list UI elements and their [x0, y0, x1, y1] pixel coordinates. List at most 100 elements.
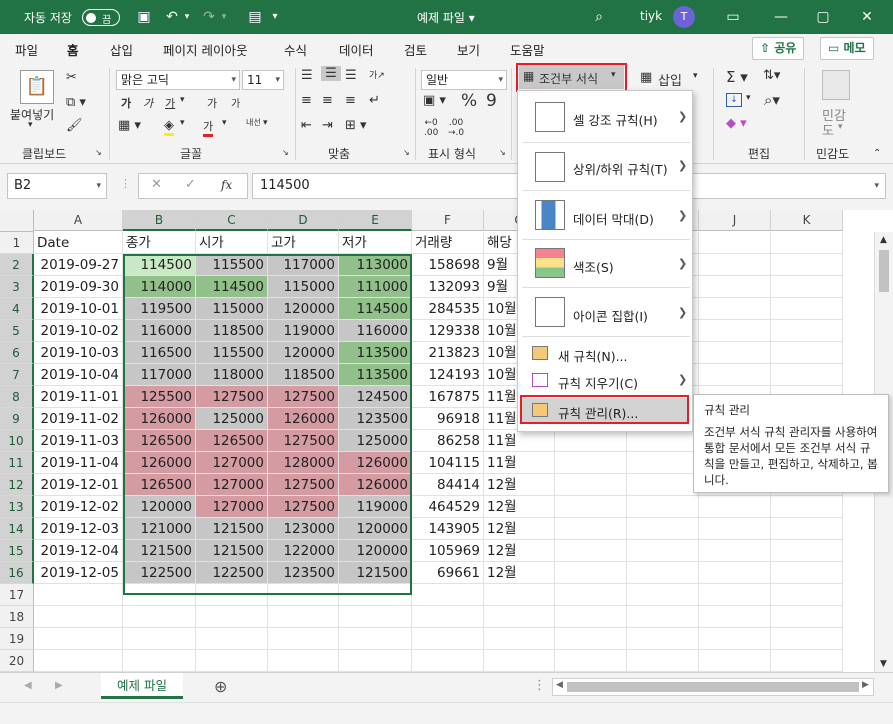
- row-header-10[interactable]: 10: [0, 430, 34, 452]
- save-icon[interactable]: ▣: [135, 8, 153, 26]
- cell-a18[interactable]: [34, 606, 123, 628]
- maximize-icon[interactable]: ▢: [814, 8, 832, 26]
- cell-f7[interactable]: 124193: [412, 364, 484, 386]
- cell-a13[interactable]: 2019-12-02: [34, 496, 123, 518]
- add-sheet-icon[interactable]: ⊕: [214, 677, 227, 696]
- insert-cells-icon[interactable]: ▦: [640, 70, 652, 85]
- cell-i15[interactable]: [627, 540, 699, 562]
- ribbon-display-icon[interactable]: ▭: [724, 8, 742, 26]
- cell-b10[interactable]: 126500: [123, 430, 196, 452]
- horizontal-scrollbar[interactable]: ◀ ▶: [552, 678, 874, 696]
- row-header-19[interactable]: 19: [0, 628, 34, 650]
- cell-b9[interactable]: 126000: [123, 408, 196, 430]
- cell-a3[interactable]: 2019-09-30: [34, 276, 123, 298]
- font-color-icon[interactable]: 가: [203, 118, 214, 137]
- minimize-icon[interactable]: —: [772, 8, 790, 26]
- cell-d15[interactable]: 122000: [268, 540, 339, 562]
- cell-g19[interactable]: [484, 628, 555, 650]
- cell-e9[interactable]: 123500: [339, 408, 412, 430]
- find-select-icon[interactable]: ⌕▾: [764, 91, 780, 109]
- row-header-4[interactable]: 4: [0, 298, 34, 320]
- cell-d11[interactable]: 128000: [268, 452, 339, 474]
- cell-k17[interactable]: [771, 584, 843, 606]
- cell-g10[interactable]: 11월: [484, 430, 555, 452]
- comma-style-icon[interactable]: 9: [486, 91, 497, 111]
- cell-a9[interactable]: 2019-11-02: [34, 408, 123, 430]
- cell-c10[interactable]: 126500: [196, 430, 268, 452]
- cell-k3[interactable]: [771, 276, 843, 298]
- cell-a19[interactable]: [34, 628, 123, 650]
- cell-h20[interactable]: [555, 650, 627, 672]
- cell-i12[interactable]: [627, 474, 699, 496]
- cell-b15[interactable]: 121500: [123, 540, 196, 562]
- cell-j4[interactable]: [699, 298, 771, 320]
- scroll-right-icon[interactable]: ▶: [862, 680, 869, 690]
- fill-color-dropdown-icon[interactable]: ▾: [180, 118, 185, 128]
- sheet-tab[interactable]: 예제 파일: [101, 673, 183, 699]
- column-header-f[interactable]: F: [412, 210, 484, 231]
- cell-e6[interactable]: 113500: [339, 342, 412, 364]
- cell-e17[interactable]: [339, 584, 412, 606]
- row-header-3[interactable]: 3: [0, 276, 34, 298]
- tab-formulas[interactable]: 수식: [284, 40, 307, 59]
- cell-k19[interactable]: [771, 628, 843, 650]
- cell-j2[interactable]: [699, 254, 771, 276]
- shrink-font-button[interactable]: 가: [231, 95, 240, 110]
- cell-b2[interactable]: 114500: [123, 254, 196, 276]
- cell-c12[interactable]: 127000: [196, 474, 268, 496]
- scroll-left-icon[interactable]: ◀: [556, 680, 563, 690]
- cell-e8[interactable]: 124500: [339, 386, 412, 408]
- cell-f11[interactable]: 104115: [412, 452, 484, 474]
- close-icon[interactable]: ✕: [858, 8, 876, 26]
- column-header-j[interactable]: J: [699, 210, 771, 231]
- cell-e16[interactable]: 121500: [339, 562, 412, 584]
- cell-f20[interactable]: [412, 650, 484, 672]
- cell-d4[interactable]: 120000: [268, 298, 339, 320]
- cell-k13[interactable]: [771, 496, 843, 518]
- cell-d6[interactable]: 120000: [268, 342, 339, 364]
- share-button[interactable]: ⇧ 공유: [752, 37, 805, 60]
- row-header-13[interactable]: 13: [0, 496, 34, 518]
- cell-e13[interactable]: 119000: [339, 496, 412, 518]
- row-header-18[interactable]: 18: [0, 606, 34, 628]
- column-header-c[interactable]: C: [196, 210, 268, 231]
- cell-d13[interactable]: 127500: [268, 496, 339, 518]
- merge-center-icon[interactable]: ⊞ ▾: [345, 118, 367, 133]
- cell-b17[interactable]: [123, 584, 196, 606]
- column-header-d[interactable]: D: [268, 210, 339, 231]
- fill-dropdown-icon[interactable]: ▾: [746, 93, 751, 103]
- cell-j5[interactable]: [699, 320, 771, 342]
- column-header-b[interactable]: B: [123, 210, 196, 231]
- cell-i13[interactable]: [627, 496, 699, 518]
- sensitivity-dropdown-icon[interactable]: ▾: [838, 122, 843, 132]
- cell-b14[interactable]: 121000: [123, 518, 196, 540]
- column-header-e[interactable]: E: [339, 210, 412, 231]
- tab-split-handle[interactable]: ⋮: [533, 678, 546, 693]
- cell-h17[interactable]: [555, 584, 627, 606]
- cell-b13[interactable]: 120000: [123, 496, 196, 518]
- cell-e19[interactable]: [339, 628, 412, 650]
- tab-help[interactable]: 도움말: [510, 40, 545, 59]
- font-color-dropdown-icon[interactable]: ▾: [222, 118, 227, 128]
- cell-g12[interactable]: 12월: [484, 474, 555, 496]
- cell-i10[interactable]: [627, 430, 699, 452]
- cell-i17[interactable]: [627, 584, 699, 606]
- cell-h16[interactable]: [555, 562, 627, 584]
- copy-icon[interactable]: ⧉ ▾: [66, 95, 86, 110]
- tab-home[interactable]: 홈: [65, 40, 80, 66]
- prev-sheet-icon[interactable]: ◀: [24, 680, 32, 691]
- cell-a8[interactable]: 2019-11-01: [34, 386, 123, 408]
- cell-e14[interactable]: 120000: [339, 518, 412, 540]
- cell-h12[interactable]: [555, 474, 627, 496]
- number-format-combo[interactable]: 일반 ▾: [421, 70, 507, 90]
- cell-j1[interactable]: [699, 232, 771, 254]
- row-header-16[interactable]: 16: [0, 562, 34, 584]
- row-header-9[interactable]: 9: [0, 408, 34, 430]
- cell-k18[interactable]: [771, 606, 843, 628]
- cell-g15[interactable]: 12월: [484, 540, 555, 562]
- phonetic-icon[interactable]: 내선: [246, 118, 261, 127]
- cut-icon[interactable]: ✂: [66, 70, 77, 85]
- cell-a20[interactable]: [34, 650, 123, 672]
- form-icon[interactable]: ▤: [246, 8, 264, 26]
- cell-d1[interactable]: 고가: [268, 232, 339, 254]
